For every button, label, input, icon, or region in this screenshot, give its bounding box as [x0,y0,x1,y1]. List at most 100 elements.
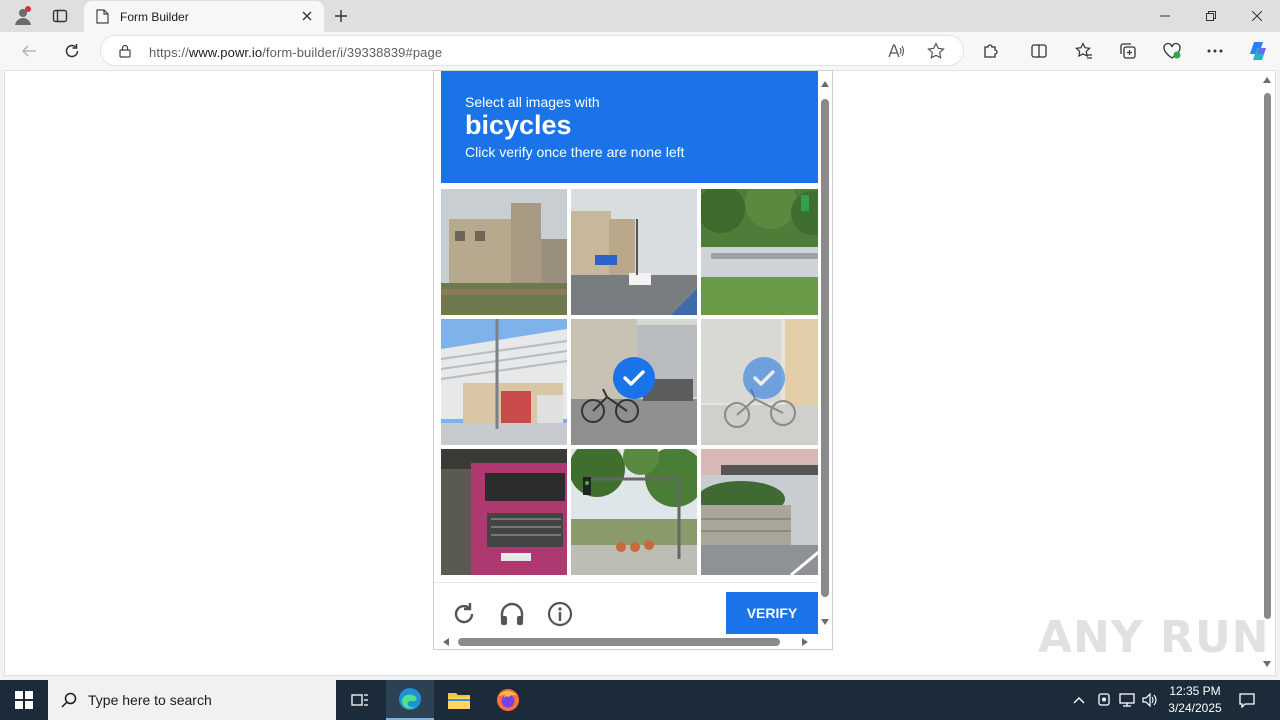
audio-challenge-button[interactable] [497,599,527,629]
tile-image [441,449,567,575]
search-icon [61,692,77,708]
page-icon [96,9,109,24]
captcha-vertical-scroll-thumb[interactable] [821,99,829,597]
split-screen-icon [1031,44,1047,58]
windows-logo-icon [15,691,33,709]
page-scrollbar-thumb[interactable] [1264,93,1271,619]
network-icon [1119,693,1135,707]
taskbar-search-box[interactable]: Type here to search [48,680,336,720]
firefox-button[interactable] [484,680,532,720]
url-text[interactable]: https://www.powr.io/form-builder/i/39338… [149,45,442,60]
notifications-button[interactable] [1236,680,1258,720]
captcha-target-word: bicycles [465,110,572,140]
reload-challenge-button[interactable] [449,599,479,629]
folder-icon [448,693,470,709]
captcha-vertical-scrollbar[interactable] [818,71,832,634]
file-explorer-button[interactable] [435,680,483,720]
more-icon [1207,49,1223,53]
profile-icon [15,6,31,25]
scroll-up-icon [1263,77,1271,83]
read-aloud-button[interactable] [887,42,907,62]
captcha-challenge: Select all images with bicycles Click ve… [433,70,833,650]
copilot-button[interactable] [1243,36,1273,66]
new-tab-button[interactable] [328,0,354,32]
headphones-icon [500,602,524,625]
device-tray-button[interactable] [1093,680,1115,720]
captcha-tile-4[interactable] [441,319,567,445]
close-window-button[interactable] [1234,0,1280,32]
split-screen-button[interactable] [1024,36,1054,66]
plus-icon [335,10,347,22]
info-icon [547,601,573,627]
task-view-button[interactable] [336,680,384,720]
captcha-tile-7[interactable] [441,449,567,575]
puzzle-icon [984,44,998,58]
tab-actions-button[interactable] [46,0,74,32]
favorite-button[interactable] [927,42,947,62]
read-aloud-icon [888,44,905,58]
captcha-instruction: Select all images with [465,94,600,110]
verify-button[interactable]: VERIFY [726,592,818,634]
close-tab-button[interactable] [298,7,316,25]
extensions-button[interactable] [976,36,1006,66]
captcha-tile-9[interactable] [701,449,827,575]
scroll-left-icon [443,638,449,646]
browser-essentials-button[interactable] [1157,36,1187,66]
address-bar[interactable]: https://www.powr.io/form-builder/i/39338… [100,35,964,66]
device-icon [1098,693,1110,706]
captcha-tile-8[interactable] [571,449,697,575]
clock-time: 12:35 PM [1169,684,1221,698]
captcha-tile-2[interactable] [571,189,697,315]
refresh-button[interactable] [57,36,87,66]
checkmark-icon [623,370,645,386]
profile-button[interactable] [8,0,38,32]
reload-icon [454,603,474,624]
captcha-tile-1[interactable] [441,189,567,315]
edge-icon [399,688,421,710]
url-prefix: https:// [149,45,189,60]
captcha-tile-5[interactable] [571,319,697,445]
page-scrollbar[interactable] [1259,71,1275,675]
tab-title: Form Builder [120,10,189,24]
network-button[interactable] [1116,680,1138,720]
captcha-header: Select all images with bicycles Click ve… [441,71,818,183]
collections-icon [1120,43,1136,59]
browser-title-bar: Form Builder [0,0,1280,32]
captcha-tile-6[interactable] [701,319,827,445]
selected-check-badge [743,357,785,399]
collections-button[interactable] [1113,36,1143,66]
speaker-icon [1142,693,1157,707]
restore-button[interactable] [1188,0,1234,32]
task-view-icon [351,694,368,706]
scroll-down-icon [821,619,829,625]
tile-image [701,449,827,575]
tile-image [701,189,827,315]
browser-tab-form-builder[interactable]: Form Builder [84,1,324,32]
heart-pulse-icon [1163,42,1181,59]
lock-icon [119,44,131,58]
captcha-horizontal-scroll-thumb[interactable] [458,638,780,646]
captcha-horizontal-scrollbar[interactable] [434,634,818,649]
url-host: www.powr.io [188,45,263,60]
tab-actions-icon [52,9,68,23]
volume-button[interactable] [1139,680,1161,720]
edge-taskbar-button[interactable] [386,680,434,720]
restore-icon [1206,11,1216,21]
taskbar-clock[interactable]: 12:35 PM 3/24/2025 [1160,683,1230,717]
start-button[interactable] [0,680,48,720]
search-placeholder: Type here to search [88,692,212,708]
settings-more-button[interactable] [1200,36,1230,66]
close-icon [1252,11,1262,21]
info-button[interactable] [545,599,575,629]
checkmark-icon [753,370,775,386]
show-hidden-icons-button[interactable] [1068,680,1090,720]
scroll-right-icon [802,638,808,646]
captcha-tile-3[interactable] [701,189,827,315]
minimize-button[interactable] [1142,0,1188,32]
favorites-button[interactable] [1069,36,1099,66]
back-button[interactable] [14,36,44,66]
chevron-up-icon [1073,697,1085,704]
tile-image [441,189,567,315]
minimize-icon [1160,15,1170,17]
browser-toolbar: https://www.powr.io/form-builder/i/39338… [0,32,1280,70]
